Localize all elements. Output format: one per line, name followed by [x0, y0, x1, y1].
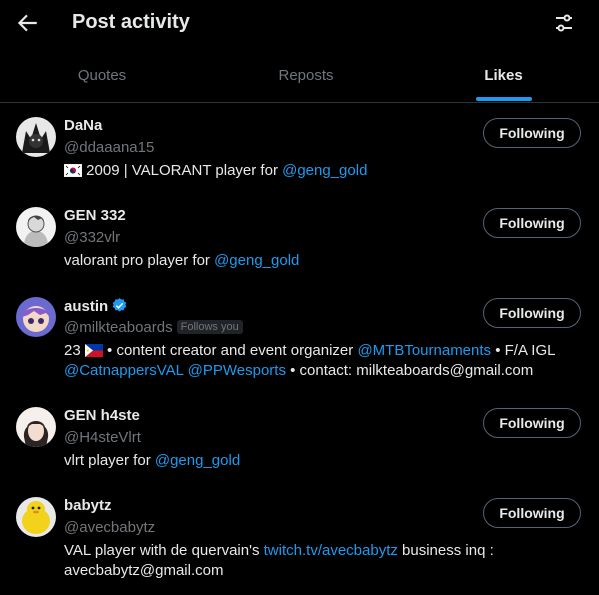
avatar[interactable] [16, 407, 56, 447]
verified-badge-icon [112, 298, 127, 312]
bio-text: 23 [64, 342, 85, 359]
bio-text: vlrt player for [64, 452, 155, 469]
mention-link[interactable]: @PPWesports [188, 362, 286, 379]
display-name[interactable]: DaNa [64, 117, 102, 134]
bio-text: business inq : [397, 542, 494, 559]
display-name-text: austin [64, 298, 109, 315]
mention-link[interactable]: @geng_gold [155, 452, 240, 469]
avatar[interactable] [16, 297, 56, 337]
user-bio: valorant pro player for @geng_gold [64, 251, 564, 271]
philippines-flag-icon [84, 344, 103, 357]
page-title: Post activity [72, 11, 190, 33]
user-cell[interactable]: austin @milkteaboards Follows you Followi… [0, 297, 599, 387]
user-handle[interactable]: @ddaaana15 [64, 139, 154, 156]
url-link[interactable]: twitch.tv/avecbabytz [264, 542, 398, 559]
user-handle[interactable]: @avecbabytz [64, 519, 155, 536]
user-handle[interactable]: @milkteaboards Follows you [64, 319, 243, 336]
tab-quotes[interactable]: Quotes [0, 52, 204, 102]
user-handle[interactable]: @H4steVlrt [64, 429, 141, 446]
header: Post activity [0, 0, 599, 52]
display-name[interactable]: babytz [64, 497, 112, 514]
user-bio: VAL player with de quervain's twitch.tv/… [64, 541, 564, 581]
active-tab-indicator [476, 97, 532, 101]
user-bio: vlrt player for @geng_gold [64, 451, 564, 471]
mention-link[interactable]: @geng_gold [214, 252, 299, 269]
following-button[interactable]: Following [483, 118, 581, 148]
user-cell[interactable]: DaNa @ddaaana15 Following 2009 | VALORAN… [0, 117, 599, 187]
follows-you-badge: Follows you [176, 320, 243, 334]
following-button[interactable]: Following [483, 208, 581, 238]
display-name[interactable]: GEN 332 [64, 207, 126, 224]
user-cell[interactable]: GEN 332 @332vlr Following valorant pro p… [0, 207, 599, 277]
bio-text: • content creator and event organizer [102, 342, 358, 359]
bio-text: • F/A IGL [491, 342, 556, 359]
user-handle-text: @milkteaboards [64, 319, 173, 336]
following-button[interactable]: Following [483, 298, 581, 328]
mention-link[interactable]: @geng_gold [282, 162, 367, 179]
korea-flag-icon [64, 164, 82, 177]
avatar[interactable] [16, 497, 56, 537]
tab-likes[interactable]: Likes [408, 52, 599, 102]
following-button[interactable]: Following [483, 408, 581, 438]
bio-text: 2009 | VALORANT player for [86, 162, 283, 179]
user-cell[interactable]: GEN h4ste @H4steVlrt Following vlrt play… [0, 407, 599, 477]
user-bio: 23 • content creator and event organizer… [64, 341, 564, 381]
display-name[interactable]: austin [64, 297, 128, 315]
tab-reposts[interactable]: Reposts [204, 52, 408, 102]
bio-text: valorant pro player for [64, 252, 215, 269]
mention-link[interactable]: @CatnappersVAL [64, 362, 183, 379]
user-cell[interactable]: babytz @avecbabytz Following VAL player … [0, 497, 599, 587]
user-bio: 2009 | VALORANT player for @geng_gold [64, 161, 564, 181]
mention-link[interactable]: @MTBTournaments [357, 342, 491, 359]
user-handle[interactable]: @332vlr [64, 229, 120, 246]
display-name[interactable]: GEN h4ste [64, 407, 140, 424]
tab-bar: Quotes Reposts Likes [0, 52, 599, 103]
arrow-left-icon[interactable] [14, 10, 40, 36]
bio-text: avecbabytz@gmail.com [64, 562, 224, 579]
sliders-icon[interactable] [552, 11, 576, 35]
bio-text: • contact: milkteaboards@gmail.com [285, 362, 534, 379]
avatar[interactable] [16, 207, 56, 247]
following-button[interactable]: Following [483, 498, 581, 528]
avatar[interactable] [16, 117, 56, 157]
bio-text: VAL player with de quervain's [64, 542, 264, 559]
